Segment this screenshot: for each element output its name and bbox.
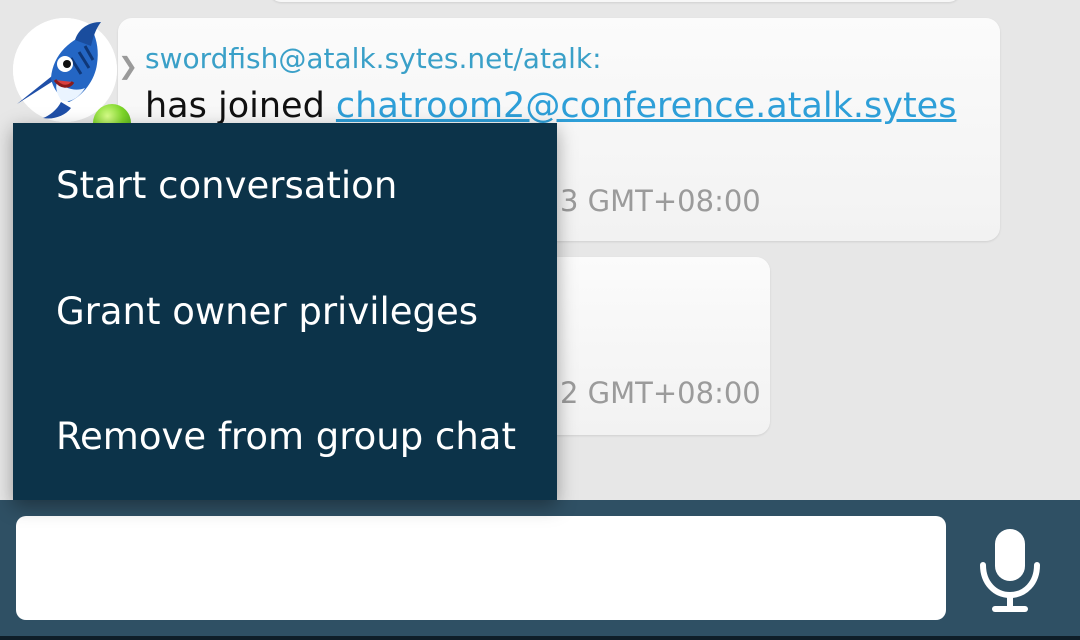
avatar[interactable]: [13, 18, 131, 142]
previous-message-bubble: [270, 0, 960, 2]
microphone-icon: [980, 529, 1040, 612]
chevron-right-icon: ❯: [118, 52, 139, 80]
message-text-prefix: has joined: [145, 86, 336, 126]
menu-item-grant-owner-privileges[interactable]: Grant owner privileges: [13, 249, 557, 375]
message-input-bar: [0, 500, 1080, 640]
message-input[interactable]: [16, 516, 946, 620]
message-text: has joined chatroom2@conference.atalk.sy…: [145, 86, 956, 126]
message-timestamp: 2 GMT+08:00: [560, 376, 761, 410]
screen-bottom-edge: [0, 636, 1080, 640]
message-timestamp: 3 GMT+08:00: [560, 184, 761, 218]
microphone-button[interactable]: [960, 520, 1060, 620]
message-sender: swordfish@atalk.sytes.net/atalk:: [145, 42, 602, 75]
chatroom-link[interactable]: chatroom2@conference.atalk.sytes: [336, 86, 957, 126]
menu-item-remove-from-group-chat[interactable]: Remove from group chat: [13, 374, 557, 500]
participant-context-menu: Start conversation Grant owner privilege…: [13, 123, 557, 500]
menu-item-start-conversation[interactable]: Start conversation: [13, 123, 557, 249]
